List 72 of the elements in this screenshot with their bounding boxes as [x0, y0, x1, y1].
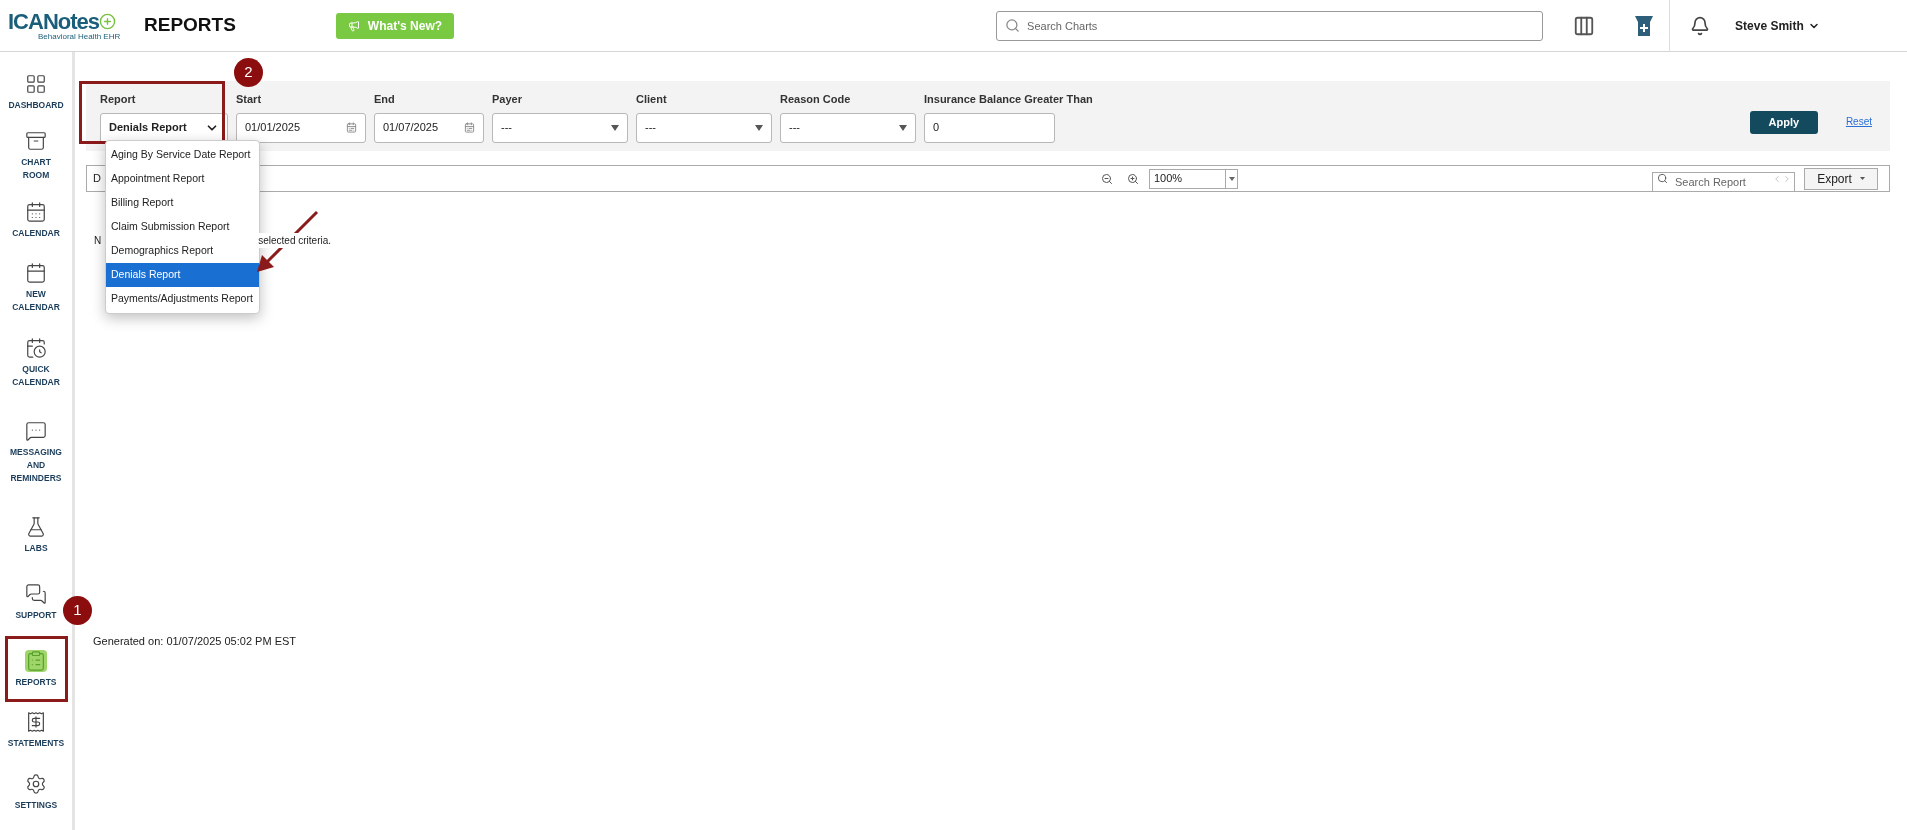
menu-item[interactable]: Appointment Report	[106, 167, 259, 191]
zoom-in-icon[interactable]	[1127, 172, 1139, 185]
calendar-clock-icon	[25, 337, 47, 359]
calendar-icon	[25, 262, 47, 284]
sidebar-item[interactable]: DASHBOARD	[4, 60, 68, 124]
field-label: Reason Code	[780, 92, 852, 107]
dropdown-field[interactable]: ---	[780, 112, 916, 143]
sidebar-item[interactable]: LABS	[4, 502, 68, 568]
callout-marker: 1	[63, 596, 92, 625]
export-button[interactable]: Export	[1804, 167, 1878, 190]
medical-kit-icon[interactable]	[1633, 13, 1656, 38]
menu-item[interactable]: Demographics Report	[106, 239, 259, 263]
message-text: selected criteria.	[258, 233, 332, 248]
sidebar-item[interactable]: REPORTS	[4, 636, 68, 702]
dropdown-field[interactable]: ---	[492, 112, 628, 143]
sidebar-item[interactable]: QUICK CALENDAR	[4, 324, 68, 402]
menu-item[interactable]: Payments/Adjustments Report	[106, 287, 259, 311]
field-label: Insurance Balance Greater Than	[924, 92, 1093, 107]
callout-marker: 2	[234, 58, 263, 87]
date-field[interactable]: 01/01/2025	[236, 112, 366, 143]
zoom-out-icon[interactable]	[1101, 172, 1113, 185]
search-icon	[1005, 17, 1021, 33]
search-icon	[1657, 172, 1668, 184]
logo-wordmark: ICANotes	[8, 10, 99, 33]
menu-item[interactable]: Billing Report	[106, 191, 259, 215]
clipboard-icon	[25, 649, 47, 672]
field-label: Payer	[492, 92, 523, 107]
zoom-select[interactable]: 100%	[1149, 168, 1238, 189]
apply-button[interactable]: Apply	[1749, 111, 1818, 134]
reset-link[interactable]: Reset	[1845, 114, 1872, 129]
sidebar-item[interactable]: MESSAGING AND REMINDERS	[4, 402, 68, 502]
caret-icon	[899, 124, 907, 131]
calendar-icon	[346, 122, 357, 133]
bell-icon[interactable]	[1690, 15, 1711, 36]
caret-icon	[1859, 177, 1865, 180]
field-label: Client	[636, 92, 668, 107]
megaphone-icon	[347, 19, 360, 32]
sidebar-item[interactable]: CHART ROOM	[4, 124, 68, 188]
sidebar-item[interactable]: SETTINGS	[4, 758, 68, 826]
cabinet-icon	[25, 130, 47, 152]
page-title: REPORTS	[144, 13, 236, 38]
sidebar-item[interactable]: STATEMENTS	[4, 702, 68, 758]
toolbar-text: D	[93, 171, 101, 187]
calendar-icon	[25, 200, 47, 223]
menu-item[interactable]: Denials Report	[106, 263, 259, 287]
chat-bubbles-icon	[25, 582, 47, 605]
date-field[interactable]: 01/07/2025	[374, 112, 484, 143]
field-label: Report	[100, 92, 137, 107]
calendar-icon	[464, 122, 475, 133]
sidebar-item[interactable]: CALENDAR	[4, 188, 68, 252]
report-select[interactable]: Denials Report	[100, 112, 228, 143]
receipt-icon	[25, 710, 47, 733]
generated-timestamp: Generated on: 01/07/2025 05:02 PM EST	[93, 635, 297, 647]
logo-tagline: Behavioral Health EHR	[38, 32, 121, 41]
grid-icon	[25, 72, 47, 95]
field-label: End	[374, 92, 396, 107]
caret-icon	[1228, 176, 1235, 181]
flask-icon	[25, 515, 47, 538]
chat-bubble-icon	[25, 419, 47, 442]
message-text: N	[94, 234, 102, 248]
field-label: Start	[236, 92, 263, 107]
caret-icon	[611, 124, 619, 131]
search-field[interactable]: Search Charts	[996, 10, 1544, 41]
logo-plus-icon	[99, 13, 116, 30]
user-menu[interactable]: Steve Smith	[1735, 16, 1820, 35]
dropdown-field[interactable]: ---	[636, 112, 772, 143]
menu-item[interactable]: Aging By Service Date Report	[106, 143, 259, 167]
input-field[interactable]: 0	[924, 112, 1055, 143]
settings-icon	[25, 772, 47, 795]
caret-icon	[755, 124, 763, 131]
menu-item[interactable]: Claim Submission Report	[106, 215, 259, 239]
sidebar-item[interactable]: NEW CALENDAR	[4, 252, 68, 324]
